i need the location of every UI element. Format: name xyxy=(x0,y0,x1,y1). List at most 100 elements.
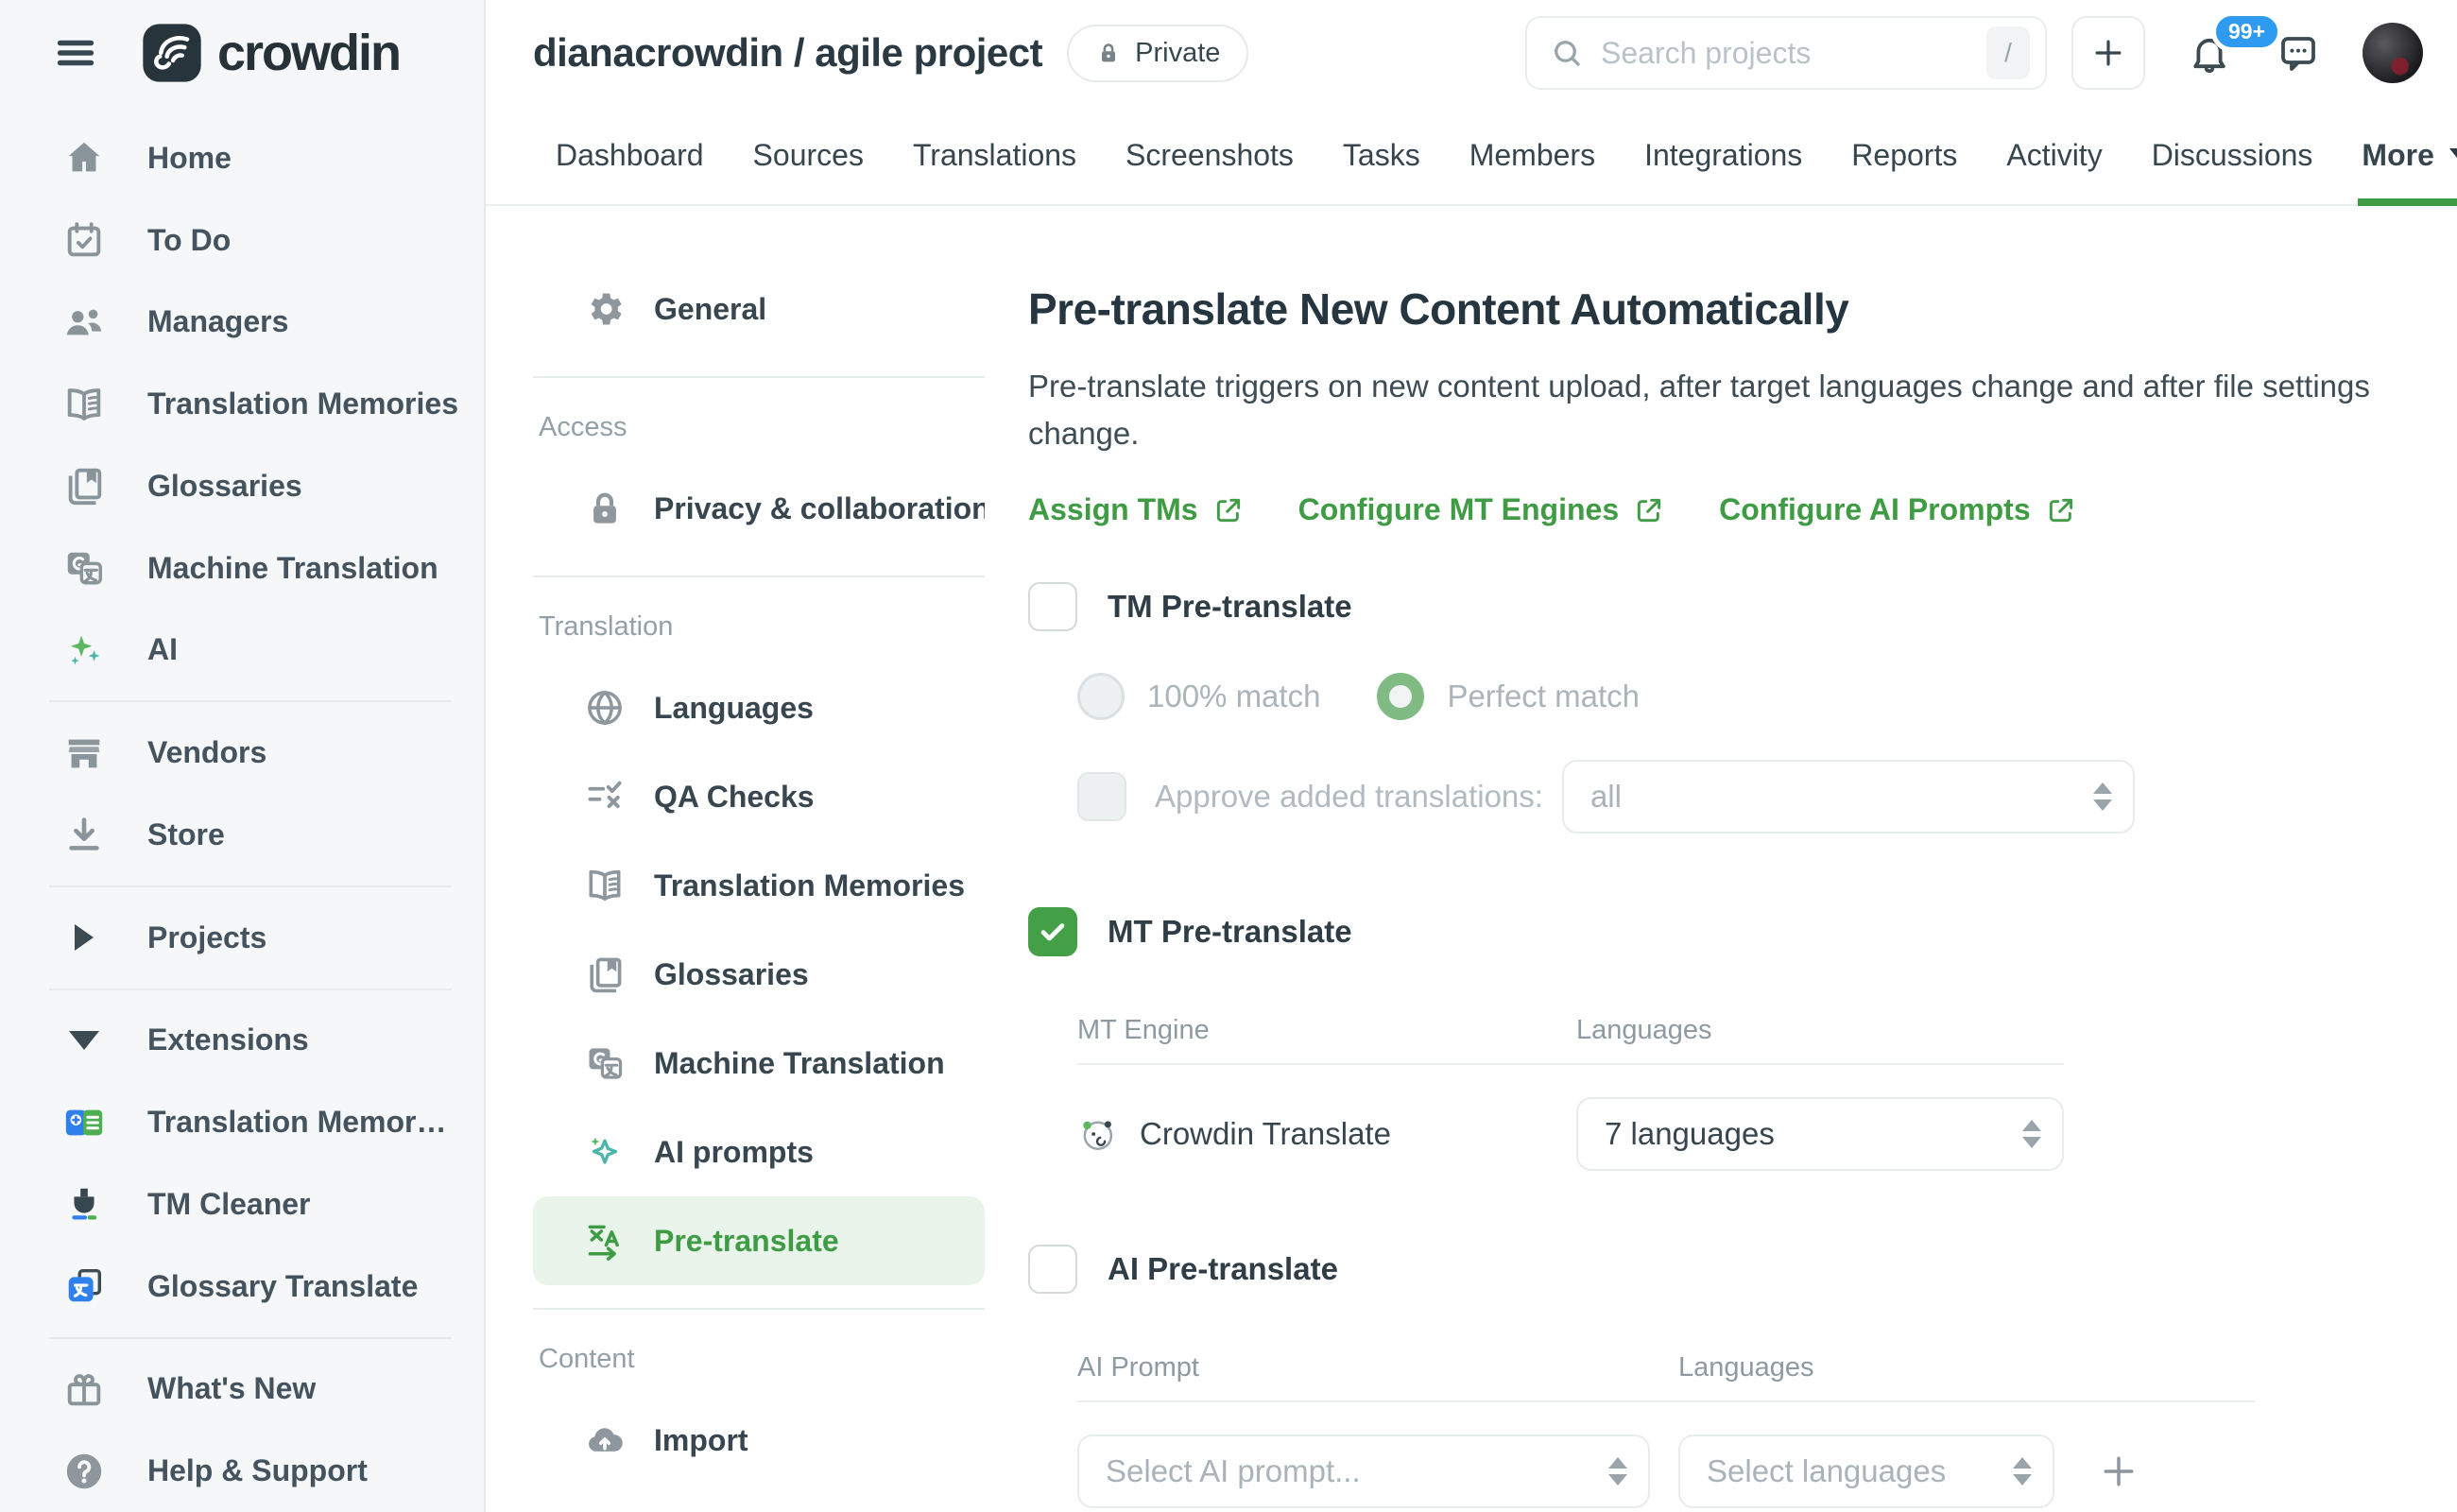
ai-pre-translate-checkbox[interactable] xyxy=(1028,1245,1077,1294)
messages-button[interactable] xyxy=(2276,30,2321,76)
settings-item-machine-translation[interactable]: Machine Translation xyxy=(533,1019,985,1108)
settings-item-languages[interactable]: Languages xyxy=(533,663,985,752)
mt-engine-row: Crowdin Translate 7 languages xyxy=(1077,1097,2400,1171)
sidebar-divider xyxy=(49,988,452,990)
mt-languages-select[interactable]: 7 languages xyxy=(1576,1097,2064,1171)
content-column: dianacrowdin / agile project Private / 9… xyxy=(486,0,2457,1512)
pre-translate-settings-panel: Pre-translate New Content Automatically … xyxy=(985,231,2457,1512)
chevron-right-icon xyxy=(62,916,106,959)
tab-tasks[interactable]: Tasks xyxy=(1343,106,1420,204)
settings-item-export[interactable]: Export xyxy=(533,1485,985,1512)
create-project-button[interactable] xyxy=(2071,16,2145,90)
machine-translation-icon xyxy=(589,1048,623,1079)
sidebar-item-glossaries[interactable]: Glossaries xyxy=(0,445,484,527)
tab-screenshots[interactable]: Screenshots xyxy=(1125,106,1294,204)
chat-icon xyxy=(2281,37,2315,71)
ai-pre-translate-row: AI Pre-translate xyxy=(1028,1245,2400,1294)
cloud-download-icon xyxy=(584,1508,626,1512)
external-link-icon xyxy=(2049,498,2072,522)
private-badge: Private xyxy=(1067,24,1249,82)
settings-item-pre-translate[interactable]: Pre-translate xyxy=(533,1196,985,1285)
sidebar-item-todo[interactable]: To Do xyxy=(0,199,484,282)
search-box: / xyxy=(1525,16,2047,90)
storefront-icon xyxy=(68,739,100,767)
settings-item-ai-prompts[interactable]: AI prompts xyxy=(533,1108,985,1196)
tab-discussions[interactable]: Discussions xyxy=(2152,106,2313,204)
open-book-icon xyxy=(589,869,621,902)
assign-tms-link[interactable]: Assign TMs xyxy=(1028,492,1244,527)
top-header: dianacrowdin / agile project Private / 9… xyxy=(486,0,2457,106)
main-navigation: Home To Do Managers Translation Memories… xyxy=(0,106,484,1512)
tab-activity[interactable]: Activity xyxy=(2006,106,2102,204)
sidebar-divider xyxy=(49,885,452,887)
search-icon xyxy=(1555,41,1580,66)
sidebar-item-translation-memories[interactable]: Translation Memories xyxy=(0,363,484,445)
tab-reports[interactable]: Reports xyxy=(1851,106,1957,204)
ai-prompt-select[interactable]: Select AI prompt... xyxy=(1077,1435,1650,1508)
tab-more[interactable]: More xyxy=(2358,106,2457,206)
mt-engine-cell: Crowdin Translate xyxy=(1077,1114,1576,1154)
ai-prompts-sparkle-icon xyxy=(591,1137,618,1164)
configure-mt-engines-link[interactable]: Configure MT Engines xyxy=(1298,492,1665,527)
notifications-button[interactable]: 99+ xyxy=(2187,11,2283,76)
crowdin-translate-panda-icon xyxy=(1083,1121,1113,1150)
tab-sources[interactable]: Sources xyxy=(753,106,864,204)
page-title: Pre-translate New Content Automatically xyxy=(1028,284,1849,334)
people-icon xyxy=(66,309,102,335)
chevron-down-icon xyxy=(2448,147,2457,163)
search-input[interactable] xyxy=(1601,35,1969,71)
settings-item-qa-checks[interactable]: QA Checks xyxy=(533,752,985,841)
avatar[interactable] xyxy=(2362,23,2423,83)
sidebar-item-tm-cleaner[interactable]: TM Cleaner xyxy=(0,1163,484,1246)
ai-languages-select[interactable]: Select languages xyxy=(1678,1435,2054,1508)
sidebar-item-help-support[interactable]: Help & Support xyxy=(0,1430,484,1512)
plus-icon xyxy=(2104,1456,2134,1486)
sidebar-item-extensions[interactable]: Extensions xyxy=(0,1000,484,1082)
settings-item-glossaries[interactable]: Glossaries xyxy=(533,930,985,1019)
sidebar-item-tm-generator[interactable]: Translation Memory Gene... xyxy=(0,1081,484,1163)
tm-match-options: 100% match Perfect match xyxy=(1077,673,2400,720)
match-100-radio[interactable] xyxy=(1077,673,1125,720)
config-links: Assign TMs Configure MT Engines Configur… xyxy=(1028,492,2400,527)
sidebar-item-vendors[interactable]: Vendors xyxy=(0,712,484,794)
ai-pre-translate-label: AI Pre-translate xyxy=(1108,1251,1338,1286)
settings-item-general[interactable]: General xyxy=(533,265,985,353)
tm-pre-translate-checkbox[interactable] xyxy=(1028,582,1077,631)
sidebar-item-home[interactable]: Home xyxy=(0,117,484,199)
settings-item-translation-memories[interactable]: Translation Memories xyxy=(533,841,985,930)
perfect-match-radio[interactable] xyxy=(1377,673,1425,720)
approve-translations-label: Approve added translations: xyxy=(1155,779,1543,814)
approve-scope-select[interactable]: all xyxy=(1561,760,2135,833)
sidebar-item-ai[interactable]: AI xyxy=(0,610,484,692)
calendar-check-icon xyxy=(67,222,101,257)
tab-translations[interactable]: Translations xyxy=(913,106,1076,204)
perfect-match-option[interactable]: Perfect match xyxy=(1377,673,1640,720)
add-ai-prompt-row-button[interactable] xyxy=(2098,1451,2139,1492)
settings-item-import[interactable]: Import xyxy=(533,1396,985,1485)
mt-engine-column-header: MT Engine xyxy=(1077,1015,1210,1045)
glossary-book-icon xyxy=(68,469,102,506)
match-100-option[interactable]: 100% match xyxy=(1077,673,1320,720)
tab-members[interactable]: Members xyxy=(1469,106,1595,204)
sidebar-item-projects[interactable]: Projects xyxy=(0,897,484,979)
page-description: Pre-translate triggers on new content up… xyxy=(1028,369,2370,451)
configure-ai-prompts-link[interactable]: Configure AI Prompts xyxy=(1719,492,2075,527)
sidebar-item-glossary-translate[interactable]: Glossary Translate xyxy=(0,1246,484,1328)
crowdin-logo[interactable]: crowdin xyxy=(142,23,402,83)
mt-engine-name: Crowdin Translate xyxy=(1140,1116,1391,1151)
settings-item-privacy[interactable]: Privacy & collaboration xyxy=(533,464,985,553)
tab-dashboard[interactable]: Dashboard xyxy=(556,106,704,204)
sidebar-item-whats-new[interactable]: What's New xyxy=(0,1349,484,1431)
glossary-book-icon xyxy=(590,957,622,993)
crowdin-wordmark: crowdin xyxy=(217,25,402,81)
sidebar-divider xyxy=(49,1336,452,1339)
tm-generator-icon xyxy=(65,1109,103,1136)
tab-integrations[interactable]: Integrations xyxy=(1644,106,1802,204)
sidebar-item-store[interactable]: Store xyxy=(0,794,484,876)
sidebar-item-managers[interactable]: Managers xyxy=(0,282,484,364)
menu-icon[interactable] xyxy=(49,26,102,79)
project-tabs: Dashboard Sources Translations Screensho… xyxy=(486,106,2457,206)
mt-pre-translate-checkbox[interactable] xyxy=(1028,907,1077,956)
approve-translations-checkbox[interactable] xyxy=(1077,772,1126,821)
sidebar-item-machine-translation[interactable]: Machine Translation xyxy=(0,527,484,610)
